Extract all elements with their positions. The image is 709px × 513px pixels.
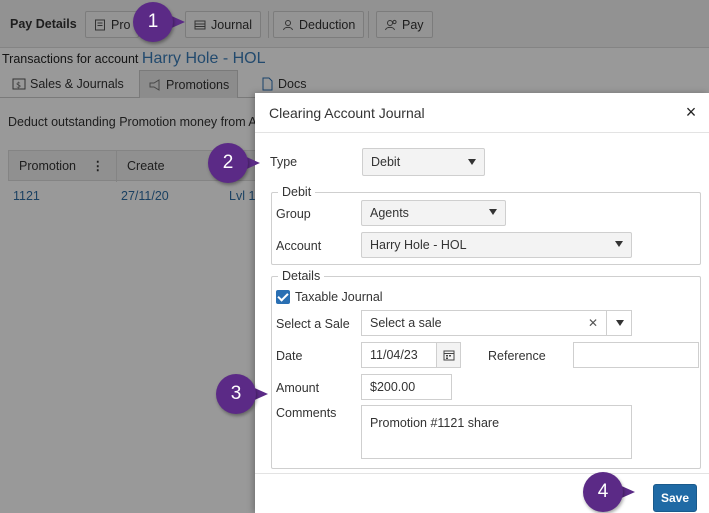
- taxable-journal-label: Taxable Journal: [295, 290, 383, 304]
- date-label: Date: [276, 349, 303, 363]
- debit-legend: Debit: [282, 185, 312, 199]
- group-value: Agents: [370, 206, 409, 220]
- type-label: Type: [270, 155, 298, 169]
- chevron-down-icon: [489, 209, 497, 215]
- callout-2: 2: [208, 143, 260, 183]
- type-select[interactable]: Debit: [362, 148, 485, 176]
- dialog-title: Clearing Account Journal: [269, 105, 425, 121]
- sale-placeholder: Select a sale: [370, 316, 442, 330]
- clear-icon[interactable]: ✕: [588, 316, 598, 330]
- clearing-account-journal-dialog: Clearing Account Journal × Type Debit De…: [255, 93, 709, 513]
- comments-textarea[interactable]: Promotion #1121 share: [361, 405, 632, 459]
- callout-3: 3: [216, 374, 268, 414]
- date-input[interactable]: 11/04/23: [361, 342, 437, 368]
- amount-value: $200.00: [370, 380, 416, 394]
- comments-value: Promotion #1121 share: [370, 416, 500, 430]
- comments-label: Comments: [276, 406, 337, 420]
- reference-input[interactable]: [573, 342, 699, 368]
- amount-input[interactable]: $200.00: [361, 374, 452, 400]
- callout-number: 2: [222, 152, 234, 173]
- taxable-journal-checkbox[interactable]: [276, 290, 290, 304]
- account-value: Harry Hole - HOL: [370, 238, 467, 252]
- calendar-icon: [443, 350, 454, 361]
- chevron-down-icon: [615, 241, 623, 247]
- callout-number: 3: [230, 383, 242, 404]
- callout-1: 1: [133, 2, 185, 42]
- chevron-down-icon: [468, 159, 476, 165]
- date-value: 11/04/23: [370, 348, 418, 362]
- calendar-button[interactable]: [436, 342, 461, 368]
- account-label: Account: [276, 239, 322, 253]
- save-button[interactable]: Save: [653, 484, 697, 512]
- type-value: Debit: [371, 155, 401, 169]
- dialog-footer: Save: [255, 473, 709, 513]
- details-legend: Details: [282, 269, 321, 283]
- callout-number: 4: [597, 481, 609, 502]
- sale-dropdown-toggle[interactable]: [606, 310, 632, 336]
- chevron-down-icon: [616, 320, 624, 326]
- callout-4: 4: [583, 472, 635, 512]
- sale-select-input[interactable]: Select a sale ✕: [361, 310, 607, 336]
- close-icon[interactable]: ×: [681, 101, 701, 123]
- account-select[interactable]: Harry Hole - HOL: [361, 232, 632, 258]
- dialog-header: Clearing Account Journal ×: [255, 93, 709, 133]
- reference-label: Reference: [488, 349, 546, 363]
- callout-number: 1: [147, 11, 159, 32]
- amount-label: Amount: [276, 381, 320, 395]
- group-select[interactable]: Agents: [361, 200, 506, 226]
- select-sale-label: Select a Sale: [276, 317, 350, 331]
- group-label: Group: [276, 207, 311, 221]
